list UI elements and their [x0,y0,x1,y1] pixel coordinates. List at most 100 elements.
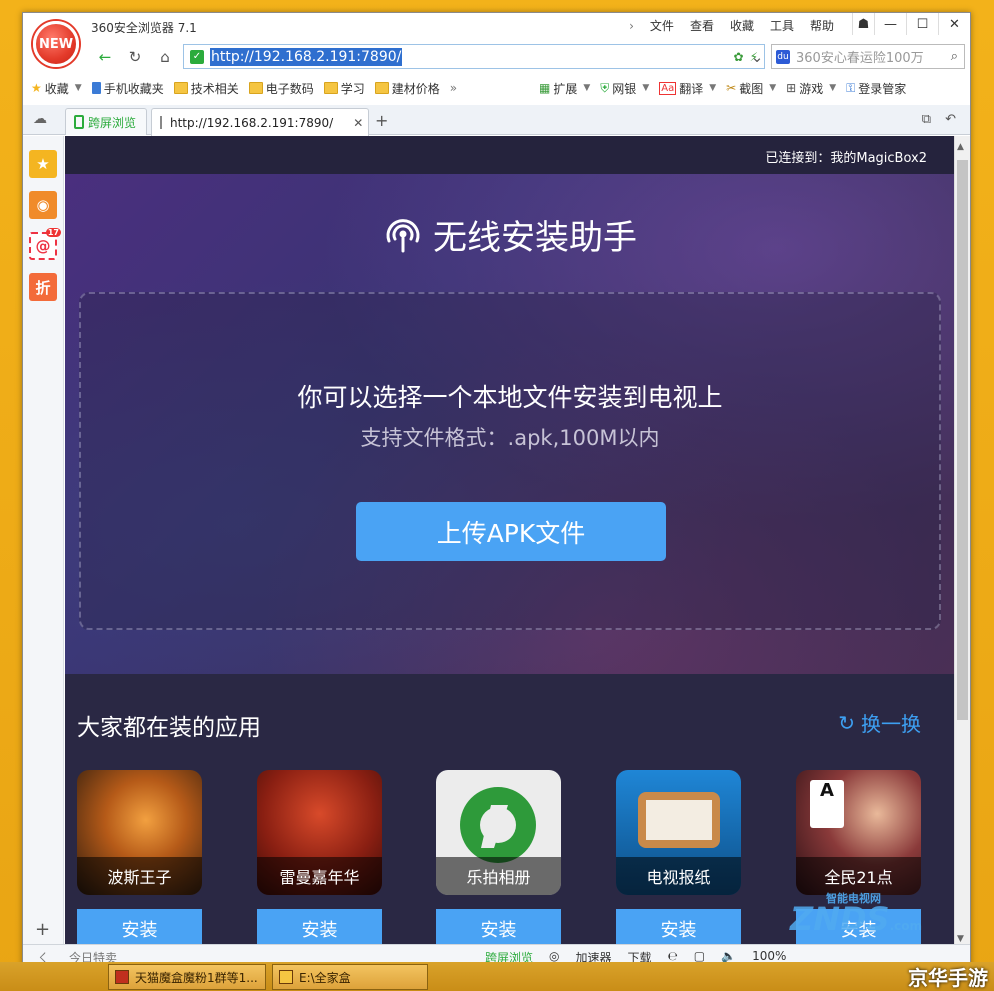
close-tab-icon[interactable]: ✕ [353,116,363,130]
vertical-scrollbar[interactable]: ▲ ▼ [954,136,970,948]
app-card: 电视报纸 安装 [616,770,741,948]
install-button[interactable]: 安装 [77,909,202,948]
app-icon[interactable]: A 全民21点 [796,770,921,895]
app-icon [115,970,129,984]
favorites-star-icon[interactable]: ★ [29,150,57,178]
folder-icon [323,82,338,94]
tab-label: 跨屏浏览 [88,115,137,130]
bookmark-folder-building[interactable]: 建材价格 [374,80,440,97]
taskbar-item-folder[interactable]: E:\全家盒 [272,964,428,990]
mail-count-badge: 17 [45,228,61,237]
chevron-right-icon[interactable]: › [621,17,642,35]
upload-apk-button[interactable]: 上传APK文件 [356,502,666,561]
watermark-logo: 智能电视网 ZNDS.com [790,890,922,938]
search-icon[interactable]: ⌕ [951,49,958,64]
toolbar-translate[interactable]: Aa 翻译 ▼ [659,80,716,97]
bookmark-mobile-folder[interactable]: 手机收藏夹 [91,80,164,97]
bookmarks-bar: ★ 收藏 ▼ 手机收藏夹 技术相关 电子数码 学习 建材价格 » ▦ 扩展 ▼ ⛨ 网银 ▼… [31,77,966,99]
scroll-up-icon[interactable]: ▲ [957,142,964,152]
close-button[interactable]: ✕ [938,13,970,35]
watermark-suffix-text: .com [889,919,923,933]
add-sidebar-icon[interactable]: + [35,919,50,940]
title-bar: NEW 360安全浏览器 7.1 › 文件 查看 收藏 工具 帮助 ☗ — ☐ … [23,13,970,67]
app-name: 雷曼嘉年华 [257,857,382,895]
toolbar-games[interactable]: ⊞ 游戏 ▼ [786,80,836,97]
skin-icon[interactable]: ☗ [852,13,874,35]
file-dropzone[interactable]: 你可以选择一个本地文件安装到电视上 支持文件格式：.apk,100M以内 上传A… [79,292,941,630]
menu-view[interactable]: 查看 [682,17,722,35]
app-icon[interactable]: 乐拍相册 [436,770,561,895]
menu-favorites[interactable]: 收藏 [722,17,762,35]
bookmark-folder-tech[interactable]: 技术相关 [173,80,239,97]
cloud-icon[interactable]: ☁ [33,111,47,127]
folder-icon [173,82,188,94]
mail-icon[interactable]: @17 [29,228,61,260]
dropdown-icon: ▼ [769,83,777,93]
star-icon: ★ [31,81,42,95]
weibo-icon[interactable]: ◉ [29,191,57,219]
install-button[interactable]: 安装 [436,909,561,948]
app-name: 电视报纸 [616,857,741,895]
corner-logo: 京华手游 [908,966,988,990]
more-bookmarks-icon[interactable]: » [450,81,457,95]
taskbar-item-chat[interactable]: 天猫魔盒魔粉1群等1... [108,964,266,990]
scroll-down-icon[interactable]: ▼ [957,934,964,944]
hero-section: 无线安装助手 你可以选择一个本地文件安装到电视上 支持文件格式：.apk,100… [65,174,955,674]
app-icon[interactable]: 波斯王子 [77,770,202,895]
bank-shield-icon: ⛨ [600,80,610,95]
restore-tabs-icon[interactable]: ⧉ [922,112,931,127]
tab-current-page[interactable]: http://192.168.2.191:7890/ ✕ [151,108,369,136]
window-controls: ☗ — ☐ ✕ [852,13,970,35]
cross-screen-icon [74,115,84,129]
refresh-icon[interactable]: ↻ [123,46,147,68]
install-button[interactable]: 安装 [257,909,382,948]
discount-icon[interactable]: 折 [29,273,57,301]
scissors-icon: ✂ [726,81,737,95]
minimize-button[interactable]: — [874,13,906,35]
menu-tools[interactable]: 工具 [762,17,802,35]
menu-file[interactable]: 文件 [642,17,682,35]
undo-close-icon[interactable]: ↶ [945,112,956,127]
logo-text: NEW [38,36,74,52]
bookmark-favorites[interactable]: ★ 收藏 ▼ [31,80,82,97]
bookmark-folder-digital[interactable]: 电子数码 [248,80,314,97]
dropzone-format-hint: 支持文件格式：.apk,100M以内 [360,426,660,450]
toolbar-bank[interactable]: ⛨ 网银 ▼ [600,80,649,97]
tab-cross-screen[interactable]: 跨屏浏览 [65,108,147,135]
page-icon [160,116,162,129]
url-text[interactable]: http://192.168.2.191:7890/ [210,47,403,66]
address-dropdown-icon[interactable]: ⌄ [745,46,769,68]
app-card: 乐拍相册 安装 [436,770,561,948]
app-icon[interactable]: 雷曼嘉年华 [257,770,382,895]
maximize-button[interactable]: ☐ [906,13,938,35]
page-header: 已连接到：我的MagicBox2 [65,136,955,174]
address-bar[interactable]: ✓ http://192.168.2.191:7890/ ✿ ⚡ [183,44,765,69]
compat-mode-icon[interactable]: ✿ [734,50,744,64]
toolbar-extensions[interactable]: ▦ 扩展 ▼ [539,80,590,97]
newspaper-icon [638,792,720,848]
refresh-apps-button[interactable]: ↻ 换一换 [838,708,921,737]
connection-status: 已连接到：我的MagicBox2 [765,151,927,166]
scroll-thumb[interactable] [957,160,968,720]
bookmark-folder-study[interactable]: 学习 [323,80,365,97]
dropdown-icon: ▼ [709,83,717,93]
search-input[interactable]: du 360安心春运险100万 ⌕ [771,44,965,69]
install-button[interactable]: 安装 [616,909,741,948]
back-arrow-icon[interactable]: ← [93,46,117,68]
app-icon[interactable]: 电视报纸 [616,770,741,895]
browser-logo[interactable]: NEW [33,21,79,67]
toolbar-screenshot[interactable]: ✂ 截图 ▼ [726,80,776,97]
search-engine-icon[interactable]: du [776,49,790,64]
menu-bar: › 文件 查看 收藏 工具 帮助 [621,17,842,35]
dropdown-icon: ▼ [829,83,837,93]
folder-icon [374,82,389,94]
os-taskbar: 天猫魔盒魔粉1群等1... E:\全家盒 京华手游 [0,962,994,991]
new-tab-icon[interactable]: + [375,111,388,130]
menu-help[interactable]: 帮助 [802,17,842,35]
tab-bar: ☁ 跨屏浏览 http://192.168.2.191:7890/ ✕ + ⧉ … [23,105,970,136]
home-icon[interactable]: ⌂ [153,46,177,68]
tab-label: http://192.168.2.191:7890/ [170,115,334,130]
page-title: 无线安装助手 [65,210,955,259]
toolbar-login-manager[interactable]: ⚿ 登录管家 [846,80,906,97]
sidebar: ★ ◉ @17 折 + [23,136,64,944]
